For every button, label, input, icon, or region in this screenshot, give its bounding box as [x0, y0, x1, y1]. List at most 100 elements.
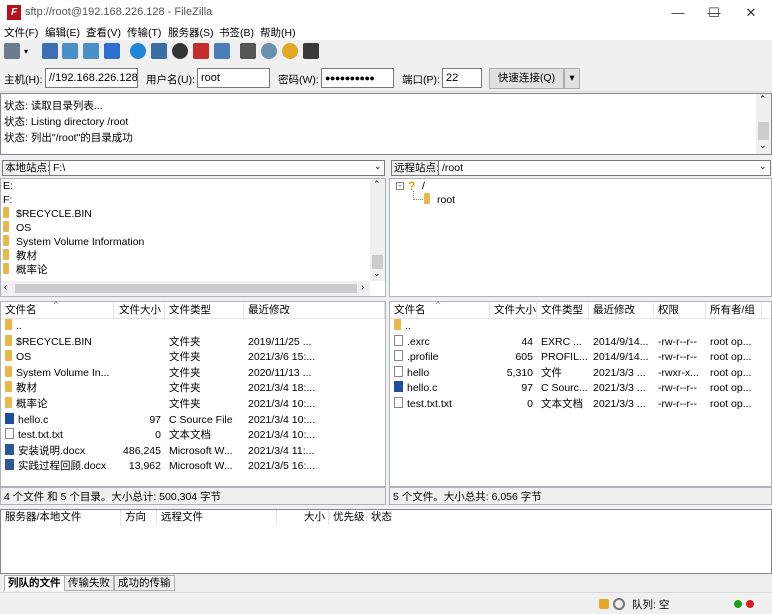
table-row[interactable]: System Volume In... 文件夹 2020/11/13 ... — [1, 365, 385, 382]
tab-successful-transfers[interactable]: 成功的传输 — [114, 575, 175, 591]
scroll-down-icon[interactable]: ⌄ — [759, 140, 767, 151]
transfer-queue-icon[interactable] — [104, 43, 120, 59]
tree-item-root[interactable]: root — [424, 193, 455, 207]
table-row[interactable]: 概率论 文件夹 2021/3/4 10:... — [1, 397, 385, 413]
local-tree-vscrollbar[interactable]: ⌃ ⌄ — [370, 179, 385, 281]
table-row[interactable]: .. — [390, 319, 771, 335]
scroll-down-icon[interactable]: ⌄ — [373, 268, 381, 279]
binoculars-icon[interactable] — [303, 43, 319, 59]
scroll-thumb[interactable] — [15, 284, 357, 293]
scroll-left-icon[interactable]: ‹ — [4, 282, 7, 293]
menu-transfer[interactable]: 传输(T) — [127, 26, 161, 40]
tree-collapse-icon[interactable]: - — [396, 182, 404, 190]
table-row[interactable]: .. — [1, 319, 385, 335]
sync-browse-icon[interactable] — [282, 43, 298, 59]
column-header-filesize[interactable]: 文件大小 — [490, 303, 537, 318]
file-size: 13,962 — [128, 460, 161, 473]
tree-item[interactable]: $RECYCLE.BIN — [3, 207, 92, 221]
speed-limit-icon[interactable] — [613, 598, 625, 610]
table-row[interactable]: test.txt.txt 0 文本文档 2021/3/4 10:... — [1, 428, 385, 444]
title-bar: F sftp://root@192.168.226.128 - FileZill… — [0, 0, 772, 26]
tree-item[interactable]: 教材 — [3, 249, 37, 263]
table-row[interactable]: hello 5,310 文件 2021/3/3 ... -rwxr-x... root o… — [390, 365, 771, 382]
file-modified: 2021/3/4 10:... — [248, 429, 316, 442]
remote-path-dropdown-icon[interactable]: ⌄ — [759, 161, 767, 172]
tree-item[interactable]: System Volume Information — [3, 235, 144, 249]
queue-header-priority[interactable]: 优先级 — [329, 510, 367, 525]
column-header-owner[interactable]: 所有者/组 — [706, 303, 762, 318]
table-row[interactable]: hello.c 97 C Source File 2021/3/4 10:... — [1, 412, 385, 429]
tree-item[interactable]: OS — [3, 221, 31, 235]
host-input[interactable]: //192.168.226.128 — [45, 68, 138, 88]
column-header-filetype[interactable]: 文件类型 — [165, 303, 244, 318]
column-header-filename[interactable]: 文件名 — [390, 303, 490, 318]
close-button[interactable]: ✕ — [733, 0, 769, 26]
refresh-icon[interactable] — [130, 43, 146, 59]
table-row[interactable]: test.txt.txt 0 文本文档 2021/3/3 ... -rw-r--r-- r… — [390, 397, 771, 413]
log-scrollbar[interactable]: ⌃ ⌄ — [756, 94, 771, 154]
toggle-log-icon[interactable] — [42, 43, 58, 59]
menu-help[interactable]: 帮助(H) — [260, 26, 296, 40]
toggle-local-tree-icon[interactable] — [62, 43, 78, 59]
minimize-button-2[interactable]: — — [660, 0, 696, 26]
table-row[interactable]: 安装说明.docx 486,245 Microsoft W... 2021/3/4 1… — [1, 443, 385, 460]
quickconnect-button[interactable]: 快速连接(Q) — [489, 68, 564, 89]
password-input[interactable]: ●●●●●●●●●● — [321, 68, 394, 88]
file-name: test.txt.txt — [1, 428, 114, 444]
local-tree-hscrollbar[interactable]: ‹ › — [1, 281, 370, 296]
queue-header-remote-file[interactable]: 远程文件 — [157, 510, 277, 525]
menu-view[interactable]: 查看(V) — [86, 26, 121, 40]
quickconnect-history-dropdown[interactable]: ▾ — [564, 68, 580, 89]
tree-item-drive-f[interactable]: F: — [3, 193, 12, 207]
table-row[interactable]: 教材 文件夹 2021/3/4 18:... — [1, 381, 385, 397]
local-path-dropdown-icon[interactable]: ⌄ — [374, 161, 382, 172]
process-queue-icon[interactable] — [151, 43, 167, 59]
tab-queued-files[interactable]: 列队的文件 — [4, 575, 65, 591]
file-type: 文件 — [541, 366, 562, 379]
local-path-input[interactable]: F:\ — [49, 160, 385, 176]
tab-failed-transfers[interactable]: 传输失败 — [64, 575, 114, 591]
disconnect-icon[interactable] — [193, 43, 209, 59]
reconnect-icon[interactable] — [214, 43, 230, 59]
column-header-filetype[interactable]: 文件类型 — [537, 303, 589, 318]
folder-icon — [5, 334, 12, 346]
username-input[interactable]: root — [197, 68, 270, 88]
table-row[interactable]: $RECYCLE.BIN 文件夹 2019/11/25 ... — [1, 334, 385, 351]
queue-header-local-file[interactable]: 服务器/本地文件 — [1, 510, 121, 525]
table-row[interactable]: .profile 605 PROFIL... 2014/9/14... -rw-r--r… — [390, 350, 771, 366]
table-row[interactable]: hello.c 97 C Sourc... 2021/3/3 ... -rw-r--r-… — [390, 381, 771, 397]
scroll-up-icon[interactable]: ⌃ — [373, 179, 381, 190]
log-scroll-thumb[interactable] — [758, 122, 769, 140]
queue-header-status[interactable]: 状态 — [367, 510, 447, 525]
column-header-filesize[interactable]: 文件大小 — [114, 303, 165, 318]
cancel-icon[interactable] — [172, 43, 188, 59]
column-header-modified[interactable]: 最近修改 — [589, 303, 654, 318]
column-header-modified[interactable]: 最近修改 — [244, 303, 385, 318]
scroll-thumb[interactable] — [372, 255, 383, 269]
menu-bar: 文件(F) 编辑(E) 查看(V) 传输(T) 服务器(S) 书签(B) 帮助(… — [0, 26, 772, 40]
column-header-permissions[interactable]: 权限 — [654, 303, 706, 318]
port-input[interactable]: 22 — [442, 68, 482, 88]
tree-item-drive-e[interactable]: E: — [3, 179, 13, 193]
queue-header-direction[interactable]: 方向 — [121, 510, 157, 525]
menu-edit[interactable]: 编辑(E) — [45, 26, 80, 40]
table-row[interactable]: 实践过程回顾.docx 13,962 Microsoft W... 2021/3/5 … — [1, 459, 385, 475]
queue-header-size[interactable]: 大小 — [277, 510, 329, 525]
minimize-icon: — — [671, 5, 685, 20]
table-row[interactable]: OS 文件夹 2021/3/6 15:... — [1, 350, 385, 366]
site-manager-dropdown-icon[interactable]: ▾ — [24, 47, 28, 56]
maximize-button[interactable]: ☐ — [696, 0, 732, 26]
tree-item[interactable]: 概率论 — [3, 263, 48, 277]
menu-bookmarks[interactable]: 书签(B) — [219, 26, 254, 40]
search-icon[interactable] — [261, 43, 277, 59]
menu-server[interactable]: 服务器(S) — [168, 26, 214, 40]
site-manager-icon[interactable] — [4, 43, 20, 59]
scroll-up-icon[interactable]: ⌃ — [759, 94, 767, 105]
table-row[interactable]: .exrc 44 EXRC ... 2014/9/14... -rw-r--r-- roo… — [390, 334, 771, 351]
toggle-remote-tree-icon[interactable] — [83, 43, 99, 59]
scroll-right-icon[interactable]: › — [361, 282, 364, 293]
filter-icon[interactable] — [240, 43, 256, 59]
remote-path-input[interactable]: /root — [438, 160, 771, 176]
file-size: 0 — [527, 398, 533, 410]
menu-file[interactable]: 文件(F) — [4, 26, 38, 40]
